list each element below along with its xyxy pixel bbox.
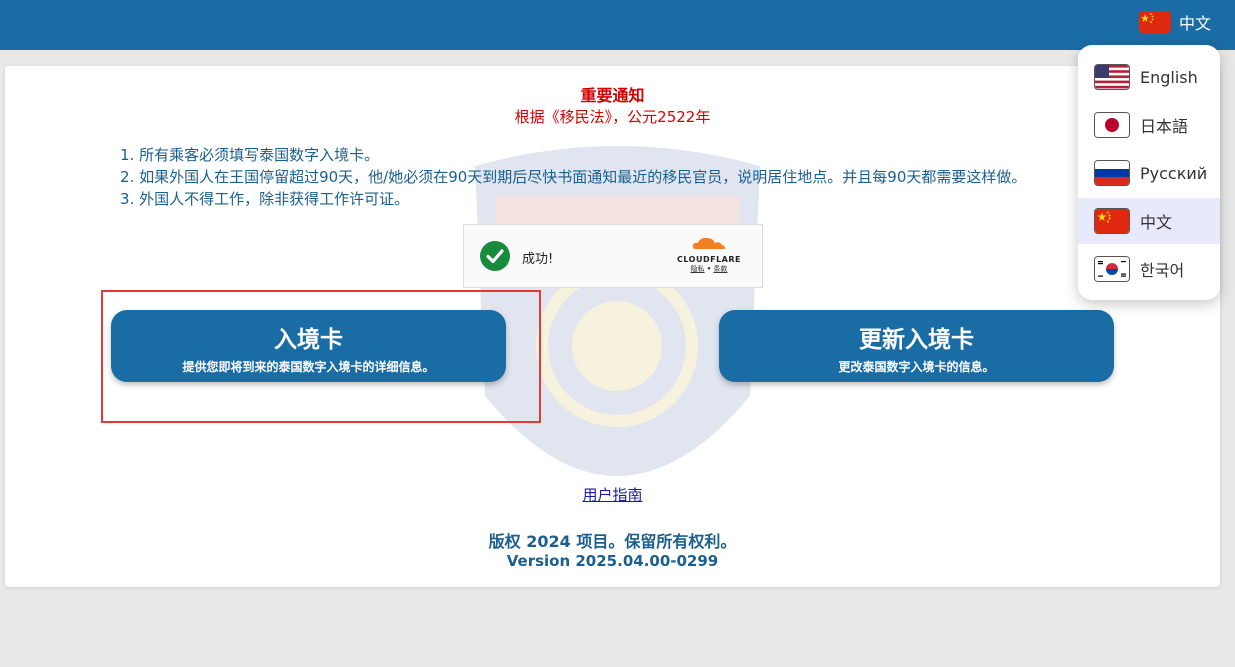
update-arrival-card-button[interactable]: 更新入境卡 更改泰国数字入境卡的信息。 xyxy=(719,310,1114,382)
link-separator: • xyxy=(706,265,712,273)
update-card-title: 更新入境卡 xyxy=(859,327,974,353)
japan-flag-icon xyxy=(1094,112,1130,138)
language-option-chinese[interactable]: 中文 xyxy=(1078,198,1220,244)
captcha-links: 隐私 • 条款 xyxy=(672,264,746,274)
cloudflare-brand: CLOUDFLARE xyxy=(677,255,741,264)
user-guide-link[interactable]: 用户指南 xyxy=(582,486,642,504)
russia-flag-icon xyxy=(1094,160,1130,186)
language-option-english[interactable]: English xyxy=(1078,54,1220,100)
korea-flag-icon xyxy=(1094,256,1130,282)
arrival-card-title: 入境卡 xyxy=(274,327,343,353)
terms-link[interactable]: 条款 xyxy=(713,265,727,273)
user-guide-container: 用户指南 xyxy=(5,484,1220,505)
language-option-russian[interactable]: Русский xyxy=(1078,150,1220,196)
us-flag-icon xyxy=(1094,64,1130,90)
rule-item: 2. 如果外国人在王国停留超过90天，他/她必须在90天到期后尽快书面通知最近的… xyxy=(120,168,1027,186)
language-label: English xyxy=(1140,67,1198,87)
update-card-description: 更改泰国数字入境卡的信息。 xyxy=(838,360,995,374)
china-flag-icon xyxy=(1138,11,1171,33)
arrival-card-button[interactable]: 入境卡 提供您即将到来的泰国数字入境卡的详细信息。 xyxy=(111,310,506,382)
cloudflare-logo: CLOUDFLARE 隐私 • 条款 xyxy=(672,235,746,274)
rule-item: 3. 外国人不得工作，除非获得工作许可证。 xyxy=(120,190,410,208)
main-card: 重要通知 根据《移民法》，公元2522年 1. 所有乘客必须填写泰国数字入境卡。… xyxy=(5,66,1220,587)
cloudflare-captcha: 成功! CLOUDFLARE 隐私 • 条款 xyxy=(463,224,763,288)
language-dropdown: English 日本語 Русский 中文 한국어 xyxy=(1078,45,1220,300)
notice-title: 重要通知 xyxy=(580,86,645,105)
language-selector[interactable]: 中文 xyxy=(1138,10,1211,34)
top-navbar: 中文 xyxy=(0,0,1235,50)
language-label: Русский xyxy=(1140,163,1208,183)
china-flag-icon xyxy=(1094,208,1130,234)
arrival-card-description: 提供您即将到来的泰国数字入境卡的详细信息。 xyxy=(182,360,435,374)
version-text: Version 2025.04.00-0299 xyxy=(506,552,719,570)
privacy-link[interactable]: 隐私 xyxy=(691,265,705,273)
copyright-text: 版权 2024 项目。保留所有权利。 xyxy=(488,532,737,551)
rules-list: 1. 所有乘客必须填写泰国数字入境卡。 2. 如果外国人在王国停留超过90天，他… xyxy=(120,144,1026,210)
language-label: 日本語 xyxy=(1140,117,1189,136)
cloudflare-cloud-icon xyxy=(692,237,725,249)
language-option-japanese[interactable]: 日本語 xyxy=(1078,102,1220,148)
rule-item: 1. 所有乘客必须填写泰国数字入境卡。 xyxy=(120,146,380,164)
language-label: 한국어 xyxy=(1140,261,1185,280)
success-check-icon xyxy=(480,241,510,271)
current-language-label: 中文 xyxy=(1178,14,1211,33)
notice-subtitle: 根据《移民法》，公元2522年 xyxy=(514,108,711,126)
captcha-status: 成功! xyxy=(522,252,554,267)
language-option-korean[interactable]: 한국어 xyxy=(1078,246,1220,292)
language-label: 中文 xyxy=(1140,213,1173,232)
